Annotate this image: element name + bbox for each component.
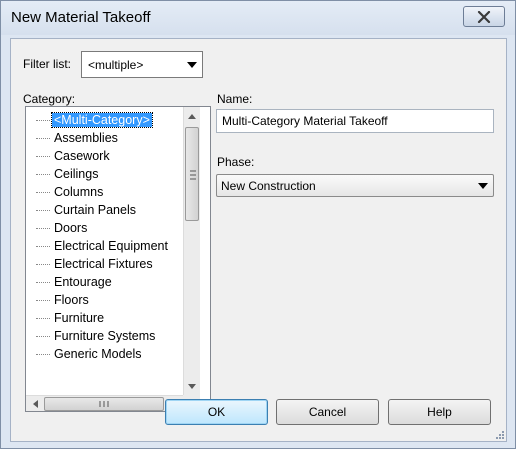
category-item-label: Furniture <box>54 311 105 325</box>
tree-connector <box>36 264 50 265</box>
vertical-scroll-thumb[interactable] <box>185 127 199 221</box>
tree-connector <box>36 246 50 247</box>
category-list-item[interactable]: <Multi-Category> <box>26 111 183 129</box>
tree-connector <box>36 174 50 175</box>
category-item-label: Electrical Equipment <box>54 239 168 253</box>
category-list-item[interactable]: Electrical Equipment <box>26 237 183 255</box>
chevron-down-icon <box>478 183 488 189</box>
filter-list-label: Filter list: <box>23 57 71 71</box>
tree-connector <box>36 138 50 139</box>
cancel-button[interactable]: Cancel <box>276 399 379 425</box>
category-list-item[interactable]: Furniture <box>26 309 183 327</box>
category-horizontal-scrollbar[interactable] <box>26 395 183 411</box>
dialog-body: Filter list: <multiple> Category: <Multi… <box>10 38 507 442</box>
category-list-item[interactable]: Generic Models <box>26 345 183 363</box>
category-item-label: Columns <box>54 185 104 199</box>
tree-connector <box>36 120 50 121</box>
filter-list-value: <multiple> <box>88 58 144 72</box>
category-item-label: Electrical Fixtures <box>54 257 153 271</box>
category-label: Category: <box>23 92 76 106</box>
grip-lines-icon <box>190 170 196 180</box>
category-list-item[interactable]: Electrical Fixtures <box>26 255 183 273</box>
close-icon <box>477 10 491 23</box>
scroll-up-button[interactable] <box>185 109 199 123</box>
close-button[interactable] <box>463 6 505 27</box>
phase-dropdown[interactable]: New Construction <box>216 174 494 197</box>
category-item-label: <Multi-Category> <box>51 112 153 128</box>
category-list-item[interactable]: Curtain Panels <box>26 201 183 219</box>
title-bar[interactable]: New Material Takeoff <box>1 1 515 35</box>
category-list-item[interactable]: Entourage <box>26 273 183 291</box>
category-list-item[interactable]: Casework <box>26 147 183 165</box>
category-vertical-scrollbar[interactable] <box>183 107 200 395</box>
category-list-item[interactable]: Doors <box>26 219 183 237</box>
grip-lines-icon <box>99 401 109 407</box>
name-label: Name: <box>217 92 253 106</box>
tree-connector <box>36 336 50 337</box>
ok-button[interactable]: OK <box>165 399 268 425</box>
category-list-item[interactable]: Assemblies <box>26 129 183 147</box>
chevron-left-icon <box>32 400 38 408</box>
category-items: <Multi-Category> Assemblies Casework Ceilin… <box>26 111 183 363</box>
phase-label: Phase: <box>217 155 255 169</box>
tree-connector <box>36 156 50 157</box>
resize-grip-icon[interactable] <box>494 429 504 439</box>
tree-connector <box>36 192 50 193</box>
category-list-item[interactable]: Columns <box>26 183 183 201</box>
phase-value: New Construction <box>221 179 316 193</box>
category-list-item[interactable]: Floors <box>26 291 183 309</box>
chevron-down-icon <box>188 383 196 389</box>
category-item-label: Doors <box>54 221 88 235</box>
category-item-label: Casework <box>54 149 110 163</box>
category-item-label: Ceilings <box>54 167 99 181</box>
help-button[interactable]: Help <box>388 399 491 425</box>
dialog-window: New Material Takeoff Filter list: <multi… <box>0 0 516 449</box>
window-title: New Material Takeoff <box>11 9 151 26</box>
category-item-label: Floors <box>54 293 89 307</box>
category-item-label: Generic Models <box>54 347 142 361</box>
category-item-label: Assemblies <box>54 131 118 145</box>
category-list[interactable]: <Multi-Category> Assemblies Casework Ceilin… <box>25 106 211 412</box>
chevron-down-icon <box>187 62 197 68</box>
scroll-left-button[interactable] <box>28 397 42 411</box>
tree-connector <box>36 354 50 355</box>
category-item-label: Curtain Panels <box>54 203 136 217</box>
chevron-up-icon <box>188 113 196 119</box>
scroll-down-button[interactable] <box>185 379 199 393</box>
name-field[interactable] <box>216 109 494 133</box>
tree-connector <box>36 300 50 301</box>
tree-connector <box>36 228 50 229</box>
tree-connector <box>36 282 50 283</box>
category-list-item[interactable]: Ceilings <box>26 165 183 183</box>
tree-connector <box>36 318 50 319</box>
category-item-label: Furniture Systems <box>54 329 156 343</box>
name-input[interactable] <box>217 110 493 132</box>
filter-list-dropdown[interactable]: <multiple> <box>81 51 203 78</box>
tree-connector <box>36 210 50 211</box>
category-item-label: Entourage <box>54 275 112 289</box>
category-list-item[interactable]: Furniture Systems <box>26 327 183 345</box>
horizontal-scroll-thumb[interactable] <box>44 397 164 411</box>
